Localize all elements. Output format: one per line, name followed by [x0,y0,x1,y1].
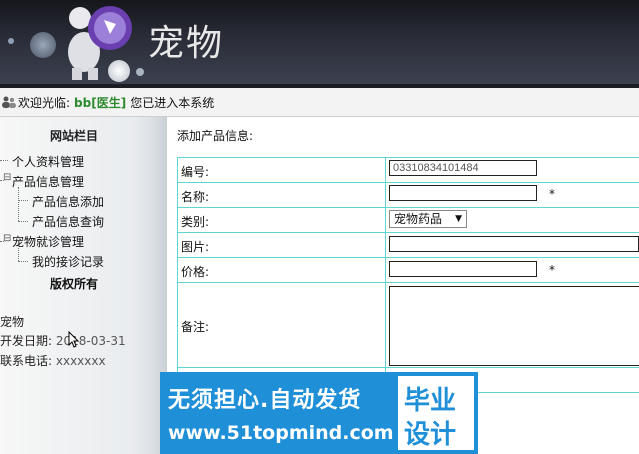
price-label: 价格: [181,265,210,279]
sidebar-title: 网站栏目 [50,129,99,143]
phone: 联系电话: xxxxxxx [0,352,106,369]
phone-label: 联系电话: [0,354,53,368]
sidebar-item-profile[interactable]: 个人资料管理 [12,153,84,170]
note-label: 备注: [181,320,210,334]
dev-date-value: 2018-03-31 [55,334,126,348]
welcome-suffix: 您已进入本系统 [130,95,215,110]
users-icon [2,96,16,108]
sidebar-item-pet-visit[interactable]: 宠物就诊管理 [12,233,84,250]
sidebar-item-product-query[interactable]: 产品信息查询 [32,213,104,230]
name-input[interactable] [389,185,537,201]
sidebar-item-my-records[interactable]: 我的接诊记录 [32,253,104,270]
image-input[interactable] [389,236,639,252]
required-mark: * [549,187,555,201]
watermark-badge-line2: 设计 [404,420,457,450]
category-select[interactable]: 宠物药品 ▼ [389,210,467,228]
phone-value: xxxxxxx [55,354,106,368]
watermark-line1: 无须担心.自动发货 [168,388,362,413]
name-label: 名称: [181,190,210,204]
price-input[interactable] [389,261,537,277]
watermark-badge-line1: 毕业 [404,386,457,416]
category-label: 类别: [181,215,210,229]
tree-collapse-icon[interactable]: ⊟ [3,172,11,183]
note-textarea[interactable] [389,286,639,366]
decor-bubble [30,32,56,58]
welcome-bar: 欢迎光临: bb[医生] 您已进入本系统 [0,88,639,117]
page-title: 添加产品信息: [177,129,254,143]
mouse-cursor-icon [68,331,80,348]
site-name: 宠物 [0,315,25,329]
watermark-badge: 毕业 设计 [398,376,474,450]
required-mark: * [549,263,555,277]
tree-connector [18,221,28,222]
copyright-title: 版权所有 [50,277,99,291]
code-input[interactable] [389,160,537,176]
current-user: bb[医生] [74,95,127,110]
sidebar-item-product-add[interactable]: 产品信息添加 [32,193,104,210]
watermark-line2: www.51topmind.com [168,422,394,444]
dev-date: 开发日期: 2018-03-31 [0,332,126,349]
image-label: 图片: [181,240,210,254]
logo-figure-icon [68,6,132,80]
tree-connector [18,261,28,262]
dev-date-label: 开发日期: [0,334,53,348]
decor-dot [8,38,14,44]
site-title: 宠物 [148,23,225,64]
sidebar-item-product-manage[interactable]: 产品信息管理 [12,173,84,190]
tree-connector [18,187,19,221]
sidebar: 网站栏目 个人资料管理 ⊟ 产品信息管理 产品信息添加 产品信息查询 ⊟ 宠物就… [0,117,135,454]
welcome-prefix: 欢迎光临: [18,95,71,110]
code-label: 编号: [181,165,210,179]
tree-connector [0,160,8,161]
tree-connector [18,200,28,201]
category-selected: 宠物药品 [394,212,443,226]
tree-connector [18,248,19,261]
watermark-banner: 无须担心.自动发货 www.51topmind.com 毕业 设计 [160,372,478,454]
tree-collapse-icon[interactable]: ⊟ [3,233,11,244]
dropdown-arrow-icon: ▼ [455,214,462,224]
site-header: 宠物 [0,0,639,84]
